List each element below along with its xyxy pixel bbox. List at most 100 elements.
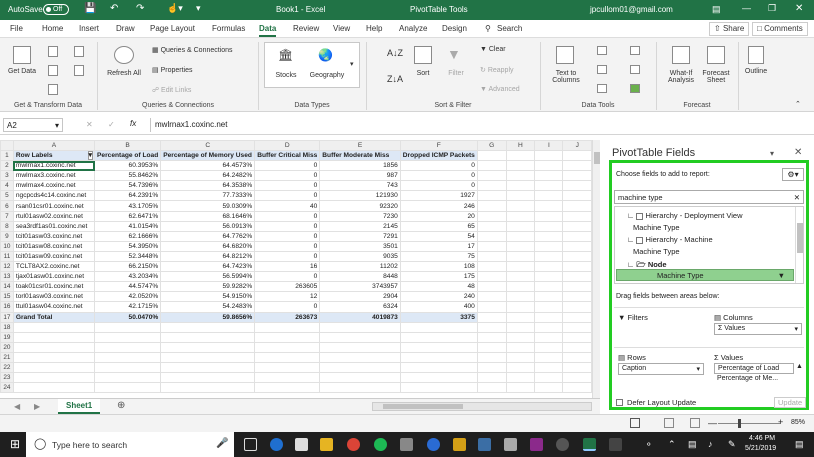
tab-help[interactable]: Help [366,24,382,33]
sort-button[interactable]: Sort [410,70,436,77]
empty-cell[interactable] [505,291,536,303]
empty-cell[interactable] [399,341,478,353]
value-cell[interactable]: 1927 [399,190,478,202]
empty-cell[interactable] [534,149,564,162]
volume-icon[interactable]: ♪ [708,439,713,449]
tab-review[interactable]: Review [293,24,319,33]
row-label-cell[interactable]: Row Labels ▾ [12,149,96,162]
value-cell[interactable]: 0 [254,250,321,263]
value-cell[interactable]: 0 [399,160,478,172]
value-cell[interactable]: 41.0154% [94,220,162,232]
empty-cell[interactable] [94,331,162,343]
empty-cell[interactable] [534,351,564,363]
customize-qat-icon[interactable]: ▾ [196,3,201,14]
empty-cell[interactable] [534,331,564,343]
filter-button[interactable]: Filter [442,70,470,77]
empty-cell[interactable] [476,271,507,283]
value-cell[interactable]: 60.3953% [94,160,162,172]
value-cell[interactable]: 42.0520% [94,291,162,303]
empty-cell[interactable] [505,190,536,202]
value-cell[interactable]: 59.0309% [160,200,256,212]
empty-cell[interactable] [562,281,592,293]
row-label-cell[interactable]: tcit01asw08.coxinc.net [12,240,96,252]
value-cell[interactable]: 0 [254,240,321,252]
empty-cell[interactable] [399,321,478,333]
empty-cell[interactable] [505,149,536,162]
value-cell[interactable]: Dropped ICMP Packets [399,149,478,162]
tell-me-search[interactable]: Search [497,24,522,33]
empty-cell[interactable] [562,331,592,343]
value-cell[interactable]: 64.3538% [160,180,256,192]
empty-cell[interactable] [160,382,256,394]
value-cell[interactable]: 743 [319,180,401,192]
reapply-button[interactable]: ↻ Reapply [480,66,514,74]
empty-cell[interactable] [562,180,592,192]
empty-cell[interactable] [476,240,507,252]
empty-cell[interactable] [534,200,564,212]
microphone-icon[interactable]: 🎤 [216,438,228,449]
app-photos-icon[interactable] [453,438,466,451]
empty-cell[interactable] [319,341,401,353]
row-label-cell[interactable]: mwlrnax4.coxinc.net [12,180,96,192]
page-break-view-icon[interactable] [690,418,700,428]
empty-cell[interactable] [534,271,564,283]
empty-cell[interactable] [254,361,321,374]
value-cell[interactable]: 3501 [319,240,401,252]
empty-cell[interactable] [562,361,592,374]
row-header[interactable]: 19 [0,331,14,343]
tree-item-machine-type-1[interactable]: Machine Type [633,223,680,232]
clear-search-icon[interactable]: ✕ [794,193,800,202]
value-cell[interactable]: Buffer Critical Miss [254,149,321,162]
row-header[interactable]: 13 [0,271,14,283]
empty-cell[interactable] [476,372,507,384]
tree-item-machine-hierarchy[interactable]: ∟ Hierarchy - Machine [627,235,713,244]
clock-time[interactable]: 4:46 PM [749,435,775,442]
empty-cell[interactable] [319,351,401,363]
value-cell[interactable]: 263673 [254,311,321,323]
value-cell[interactable]: 52.3448% [94,250,162,263]
value-cell[interactable]: 64.8212% [160,250,256,263]
empty-cell[interactable] [505,180,536,192]
get-data-button[interactable]: Get Data [3,68,41,75]
zoom-level[interactable]: 85% [791,419,805,426]
empty-cell[interactable] [562,301,592,313]
empty-cell[interactable] [534,321,564,333]
empty-cell[interactable] [534,230,564,242]
file-explorer-icon[interactable] [320,438,333,451]
empty-cell[interactable] [505,220,536,232]
row-header[interactable]: 9 [0,230,14,242]
value-cell[interactable]: 0 [254,230,321,242]
edit-links-button[interactable]: ☍ Edit Links [152,86,191,94]
empty-cell[interactable] [12,361,96,374]
value-cell[interactable]: 54.7396% [94,180,162,192]
formula-input[interactable]: mwlrnax1.coxinc.net [150,118,810,132]
tab-draw[interactable]: Draw [116,24,135,33]
value-cell[interactable]: 0 [399,180,478,192]
empty-cell[interactable] [534,311,564,323]
empty-cell[interactable] [476,331,507,343]
value-cell[interactable]: 0 [254,180,321,192]
empty-cell[interactable] [94,372,162,384]
empty-cell[interactable] [505,261,536,273]
vertical-scrollbar[interactable] [592,140,600,398]
empty-cell[interactable] [476,361,507,374]
row-label-cell[interactable]: rsan01csr01.coxinc.net [12,200,96,212]
forecast-sheet-button[interactable]: Forecast Sheet [698,70,734,84]
empty-cell[interactable] [476,180,507,192]
empty-cell[interactable] [160,351,256,363]
empty-cell[interactable] [534,250,564,263]
value-cell[interactable]: 263605 [254,281,321,293]
ribbon-display-icon[interactable]: ▤ [712,4,721,15]
empty-cell[interactable] [399,331,478,343]
geography-button[interactable]: Geography [305,72,349,79]
value-cell[interactable]: 0 [254,220,321,232]
insert-function-icon[interactable]: fx [130,119,136,128]
tab-insert[interactable]: Insert [79,24,99,33]
value-cell[interactable]: 108 [399,261,478,273]
value-cell[interactable]: 0 [254,160,321,172]
value-cell[interactable]: Buffer Moderate Miss [319,149,401,162]
tree-item-deployment-hierarchy[interactable]: ∟ Hierarchy - Deployment View [627,211,743,220]
sort-za-icon[interactable]: Z↓A [387,74,403,84]
row-header[interactable]: 3 [0,170,14,182]
value-cell[interactable]: 55.8462% [94,170,162,182]
